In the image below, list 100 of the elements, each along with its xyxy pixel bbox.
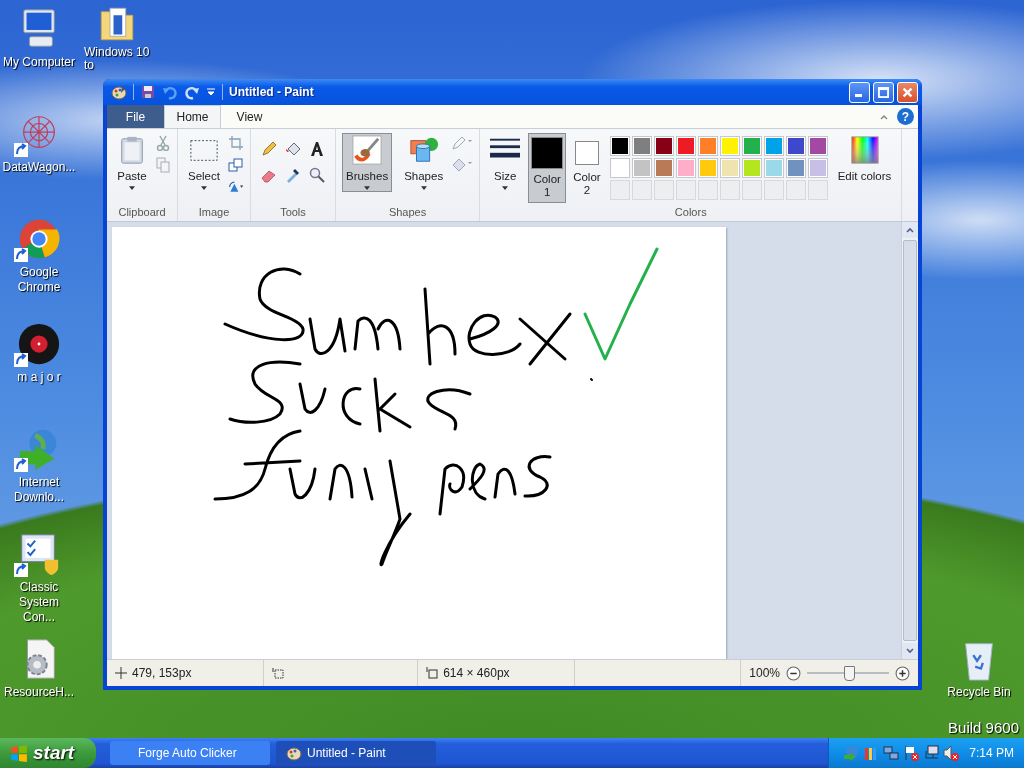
desktop-icon-label: Google Chrome (16, 265, 62, 295)
palette-color-swatch[interactable] (741, 136, 762, 156)
desktop-icon-label: Recycle Bin (946, 685, 1012, 700)
zoom-slider-thumb[interactable] (844, 666, 855, 681)
palette-color-swatch[interactable] (763, 136, 784, 156)
color-slot-button[interactable]: Color 2 (570, 133, 604, 201)
ribbon-group-label: Clipboard (118, 206, 166, 220)
maximize-button[interactable] (873, 81, 894, 103)
desktop-icon-label: m a j o r (16, 370, 62, 385)
palette-color-swatch[interactable] (609, 158, 630, 178)
canvas-size-icon (426, 667, 439, 679)
close-button[interactable] (897, 81, 918, 103)
caret-icon (129, 186, 135, 190)
magnifier-icon[interactable] (308, 167, 325, 183)
flag-error-icon[interactable] (903, 745, 919, 761)
close-icon (901, 85, 914, 99)
scissors-icon[interactable] (155, 135, 171, 151)
taskbar-button[interactable]: Untitled - Paint (276, 741, 436, 765)
palette-color-swatch[interactable] (719, 158, 740, 178)
pencil-icon[interactable] (260, 141, 277, 157)
minus-icon (786, 665, 801, 681)
caret-icon (502, 186, 509, 190)
shapes-icon (408, 135, 439, 165)
ribbon-group-label: Image (198, 206, 230, 220)
vinyl-record-icon (16, 321, 62, 367)
caret-icon (201, 186, 207, 190)
start-button[interactable]: start (0, 738, 96, 768)
ribbon-group-label: Tools (280, 206, 306, 220)
brushes-button[interactable]: Brushes (341, 133, 393, 192)
rotate-icon[interactable] (227, 179, 244, 195)
crop-icon[interactable] (227, 135, 244, 151)
paste-button[interactable]: Paste (113, 133, 151, 192)
network-computers-icon[interactable] (883, 745, 899, 761)
palette-color-swatch[interactable] (609, 136, 630, 156)
save-icon[interactable] (140, 84, 156, 100)
palette-color-swatch[interactable] (807, 158, 828, 178)
zoom-percent-text: 100% (749, 666, 780, 680)
undo-icon[interactable] (162, 84, 178, 100)
shapes-button[interactable]: Shapes (400, 133, 448, 192)
dropdown-caret-icon[interactable] (206, 87, 216, 97)
edit-colors-button[interactable]: Edit colors (833, 133, 896, 185)
palette-color-swatch[interactable] (719, 136, 740, 156)
desktop-icon-label: Windows 10 to (83, 46, 151, 72)
ribbon-tab[interactable]: Home (164, 105, 221, 128)
speaker-muted-icon[interactable] (943, 745, 959, 761)
help-button[interactable]: ? (897, 108, 914, 125)
zoom-in-button[interactable] (895, 665, 910, 681)
palette-color-swatch[interactable] (631, 158, 652, 178)
cursor-position-text: 479, 153px (132, 666, 192, 680)
taskbar-button[interactable]: Forge Auto Clicker (110, 741, 270, 765)
palette-color-swatch[interactable] (785, 158, 806, 178)
palette-color-swatch[interactable] (807, 136, 828, 156)
window-title: Untitled - Paint (229, 85, 314, 99)
palette-color-swatch[interactable] (675, 158, 696, 178)
caret-icon (364, 186, 371, 190)
zoom-out-button[interactable] (786, 665, 801, 681)
desktop-icon-label: DataWagon... (1, 160, 77, 175)
desktop-icon-label: My Computer (2, 55, 76, 70)
redo-icon[interactable] (184, 84, 200, 100)
canvas-size-text: 614 × 460px (443, 666, 510, 680)
colorful-bars-icon[interactable] (863, 745, 879, 761)
windows-flag-icon (10, 744, 28, 762)
fill-bucket-icon[interactable] (284, 141, 301, 157)
resize-icon[interactable] (227, 157, 244, 173)
color-spectrum-icon (849, 135, 880, 165)
text-tool-icon[interactable] (308, 141, 325, 157)
ribbon-group-label: Shapes (388, 206, 427, 220)
palette-color-swatch[interactable] (763, 158, 784, 178)
build-watermark-text: Build 9600 (948, 719, 1019, 736)
select-button[interactable]: Select (184, 133, 224, 192)
palette-color-swatch[interactable] (697, 158, 718, 178)
ribbon-group-label: Colors (674, 206, 707, 220)
file-menu-tab[interactable]: File (107, 105, 164, 128)
ribbon-tab[interactable]: View (221, 105, 278, 128)
palette-color-swatch[interactable] (631, 136, 652, 156)
palette-icon[interactable] (111, 84, 127, 100)
minimize-button[interactable] (849, 81, 870, 103)
palette-color-swatch[interactable] (653, 158, 674, 178)
network-monitor-icon[interactable] (923, 745, 939, 761)
handwriting-canvas[interactable] (112, 227, 726, 659)
palette-color-swatch[interactable] (785, 136, 806, 156)
palette-color-swatch[interactable] (741, 158, 762, 178)
palette-color-swatch[interactable] (653, 136, 674, 156)
plus-icon (895, 665, 910, 681)
desktop-icon-label: Internet Downlo... (13, 475, 65, 505)
outline-pen-icon[interactable] (451, 135, 474, 151)
selection-size-icon (271, 667, 284, 679)
clock-text: 7:14 PM (969, 746, 1014, 760)
paintbrush-icon (352, 135, 383, 165)
palette-color-swatch[interactable] (675, 136, 696, 156)
caret-icon (420, 186, 427, 190)
size-button[interactable]: Size (486, 133, 525, 192)
fill-bucket-icon[interactable] (451, 157, 474, 173)
color-slot-button[interactable]: Color 1 (528, 133, 567, 203)
palette-icon (286, 745, 302, 761)
desktop-icon-label: Classic System Con... (18, 580, 60, 625)
vertical-scrollbar[interactable] (901, 222, 918, 659)
move-cross-icon (115, 667, 127, 679)
palette-color-swatch[interactable] (697, 136, 718, 156)
maximize-icon (877, 85, 890, 99)
